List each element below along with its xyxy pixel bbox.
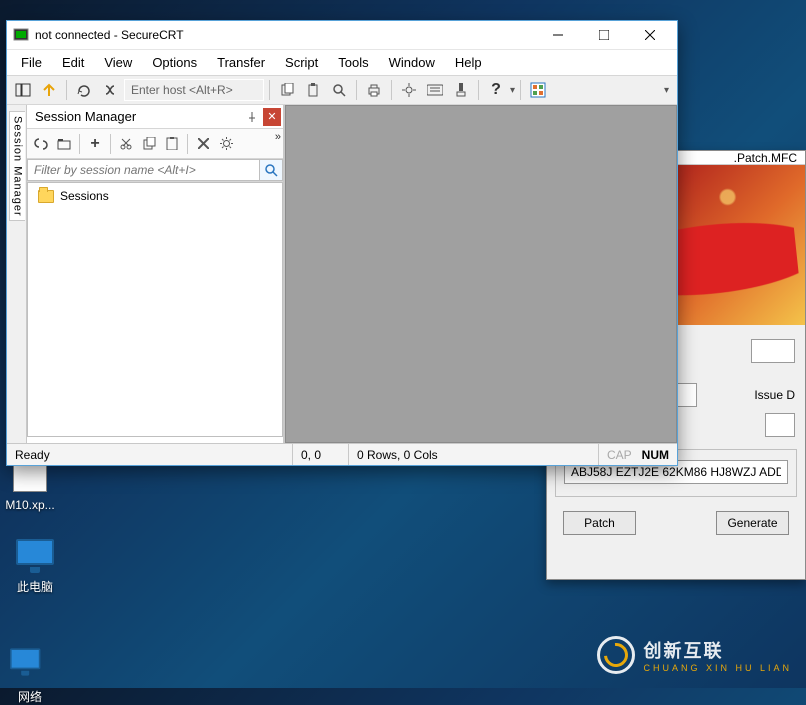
toolbar-separator — [391, 80, 392, 100]
menu-window[interactable]: Window — [379, 52, 445, 73]
folder-icon — [38, 190, 54, 203]
main-toolbar: Enter host <Alt+R> ? ▾ ▾ — [7, 75, 677, 105]
menu-file[interactable]: File — [11, 52, 52, 73]
pin-icon[interactable] — [243, 108, 261, 126]
terminal-area[interactable] — [285, 105, 677, 443]
patch-button[interactable]: Patch — [563, 511, 636, 535]
minimize-button[interactable] — [535, 21, 581, 49]
host-input[interactable]: Enter host <Alt+R> — [124, 79, 264, 101]
desktop-icon-network[interactable]: 网络 — [0, 640, 60, 705]
watermark-en: CHUANG XIN HU LIAN — [643, 663, 792, 673]
status-cap: CAP — [607, 448, 632, 462]
patch-title-text: .Patch.MFC — [734, 151, 797, 164]
toolbar-separator — [66, 80, 67, 100]
desktop-icon-this-pc[interactable]: 此电脑 — [0, 530, 70, 595]
properties-icon[interactable] — [215, 133, 237, 155]
connect-icon[interactable] — [30, 133, 52, 155]
find-icon[interactable] — [327, 78, 351, 102]
toolbar-separator — [79, 134, 80, 154]
securecrt-window: not connected - SecureCRT File Edit View… — [6, 20, 678, 466]
paste-session-icon[interactable] — [161, 133, 183, 155]
panel-close-icon[interactable]: ✕ — [263, 108, 281, 126]
session-manager-toggle-icon[interactable] — [11, 78, 35, 102]
activator-icon[interactable] — [526, 78, 550, 102]
issue-date-label: Issue D — [754, 388, 795, 402]
menu-help[interactable]: Help — [445, 52, 492, 73]
reconnect-icon[interactable] — [72, 78, 96, 102]
watermark: 创新互联 CHUANG XIN HU LIAN — [597, 636, 792, 674]
app-icon — [13, 27, 29, 43]
generate-button[interactable]: Generate — [716, 511, 789, 535]
session-manager-panel: Session Manager ✕ + » — [27, 105, 285, 443]
panel-toolbar: + » — [27, 129, 283, 159]
settings-icon[interactable] — [397, 78, 421, 102]
desktop-icon-label: 此电脑 — [0, 578, 70, 595]
side-dock: Session Manager — [7, 105, 27, 443]
status-locks: CAP NUM — [599, 444, 677, 465]
keyboard-icon[interactable] — [423, 78, 447, 102]
copy-session-icon[interactable] — [138, 133, 160, 155]
print-icon[interactable] — [362, 78, 386, 102]
close-button[interactable] — [627, 21, 673, 49]
maximize-button[interactable] — [581, 21, 627, 49]
new-session-icon[interactable]: + — [84, 133, 106, 155]
menu-transfer[interactable]: Transfer — [207, 52, 275, 73]
monitor-icon — [16, 539, 54, 565]
copy-icon[interactable] — [275, 78, 299, 102]
toolbar-separator — [187, 134, 188, 154]
toolbar-overflow-icon[interactable]: » — [275, 131, 281, 143]
terminal-container — [285, 105, 677, 443]
menu-edit[interactable]: Edit — [52, 52, 94, 73]
disconnect-icon[interactable] — [98, 78, 122, 102]
menu-options[interactable]: Options — [142, 52, 207, 73]
menu-view[interactable]: View — [94, 52, 142, 73]
titlebar[interactable]: not connected - SecureCRT — [7, 21, 677, 49]
desktop-icon-label: M10.xp... — [0, 498, 60, 512]
menubar: File Edit View Options Transfer Script T… — [7, 49, 677, 75]
side-tab-session-manager[interactable]: Session Manager — [9, 111, 25, 221]
toolbar-overflow-icon[interactable]: ▾ — [664, 85, 673, 96]
paste-icon[interactable] — [301, 78, 325, 102]
patch-small-input-1[interactable] — [751, 339, 795, 363]
help-icon[interactable]: ? — [484, 78, 508, 102]
toolbar-separator — [356, 80, 357, 100]
toolbar-separator — [520, 80, 521, 100]
status-size: 0 Rows, 0 Cols — [349, 444, 599, 465]
toolbar-separator — [478, 80, 479, 100]
delete-icon[interactable] — [192, 133, 214, 155]
quick-connect-icon[interactable] — [37, 78, 61, 102]
toggle-icon[interactable] — [449, 78, 473, 102]
panel-header[interactable]: Session Manager ✕ — [27, 105, 283, 129]
status-ready: Ready — [7, 444, 293, 465]
statusbar: Ready 0, 0 0 Rows, 0 Cols CAP NUM — [7, 443, 677, 465]
filter-input[interactable] — [27, 159, 259, 181]
new-tab-icon[interactable] — [53, 133, 75, 155]
tree-item-label: Sessions — [60, 189, 109, 203]
patch-issue-input[interactable] — [765, 413, 795, 437]
menu-tools[interactable]: Tools — [328, 52, 378, 73]
cut-icon[interactable] — [115, 133, 137, 155]
panel-title: Session Manager — [35, 109, 243, 124]
status-cursor: 0, 0 — [293, 444, 349, 465]
window-title: not connected - SecureCRT — [35, 28, 535, 42]
toolbar-separator — [269, 80, 270, 100]
menu-script[interactable]: Script — [275, 52, 328, 73]
tree-root-sessions[interactable]: Sessions — [34, 187, 276, 205]
desktop-icon-label: 网络 — [0, 688, 60, 705]
status-num: NUM — [642, 448, 669, 462]
filter-search-icon[interactable] — [259, 159, 283, 181]
watermark-cn: 创新互联 — [643, 637, 792, 663]
monitor-icon — [10, 648, 40, 669]
toolbar-separator — [110, 134, 111, 154]
watermark-logo-icon — [597, 636, 635, 674]
session-tree[interactable]: Sessions — [27, 182, 283, 437]
